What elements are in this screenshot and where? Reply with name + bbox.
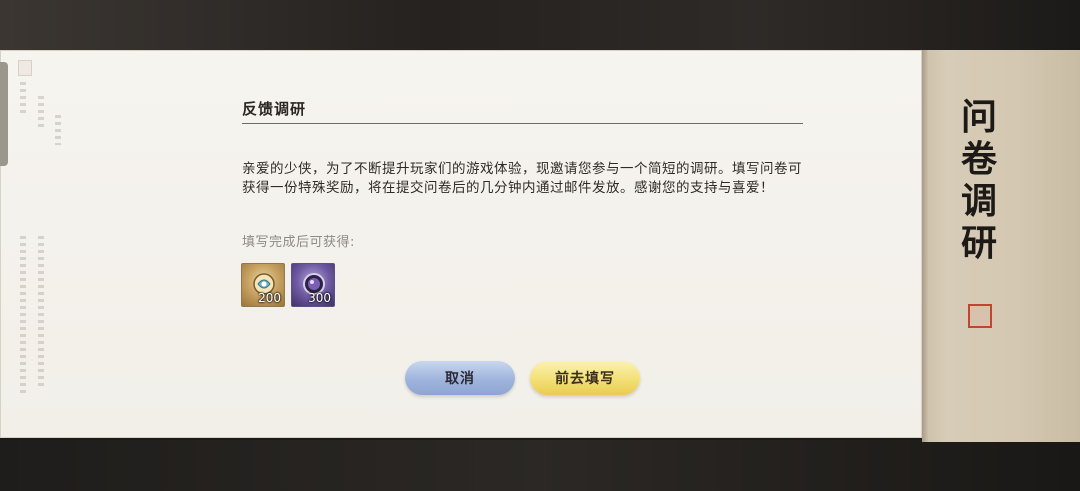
background-top xyxy=(0,0,1080,50)
faint-script-column xyxy=(20,82,26,116)
reward-quantity: 300 xyxy=(308,291,331,305)
dialog-title: 反馈调研 xyxy=(242,100,307,118)
faint-script-column xyxy=(38,96,44,130)
reward-item[interactable]: 300 xyxy=(291,263,335,307)
faint-seal-mark xyxy=(18,60,32,76)
faint-script-column xyxy=(20,236,26,396)
side-tab-handle[interactable] xyxy=(0,62,8,166)
reward-label: 填写完成后可获得: xyxy=(242,235,355,250)
calligraphy-char: 问 xyxy=(960,96,997,138)
calligraphy-title: 问 卷 调 研 xyxy=(955,96,1003,264)
calligraphy-char: 研 xyxy=(960,222,997,264)
dialog-body-text: 亲爱的少侠，为了不断提升玩家们的游戏体验，现邀请您参与一个简短的调研。填写问卷可… xyxy=(242,161,802,196)
go-fill-survey-button[interactable]: 前去填写 xyxy=(530,361,640,395)
cancel-button[interactable]: 取消 xyxy=(405,361,515,395)
background-bottom xyxy=(0,440,1080,491)
reward-quantity: 200 xyxy=(258,291,281,305)
calligraphy-char: 卷 xyxy=(960,138,997,180)
survey-screen: 反馈调研 亲爱的少侠，为了不断提升玩家们的游戏体验，现邀请您参与一个简短的调研。… xyxy=(0,0,1080,491)
reward-list: 200 300 xyxy=(241,263,335,307)
red-seal-stamp xyxy=(968,304,992,328)
calligraphy-char: 调 xyxy=(960,180,997,222)
faint-script-column xyxy=(55,115,61,145)
faint-script-column xyxy=(38,236,44,386)
title-divider xyxy=(242,123,803,124)
reward-item[interactable]: 200 xyxy=(241,263,285,307)
